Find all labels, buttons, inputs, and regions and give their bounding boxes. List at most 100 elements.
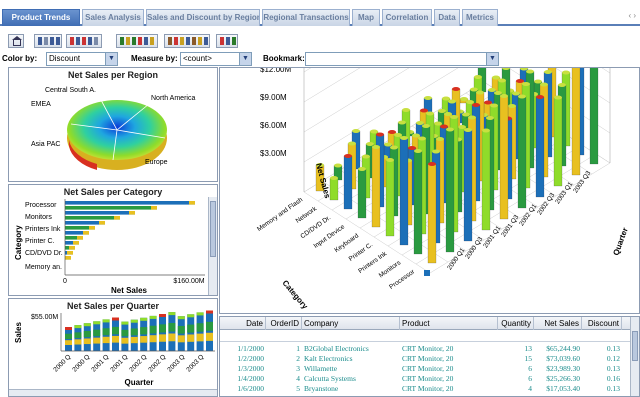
table-row[interactable]: 1/2/2000 2 Kalt Electronics CRT Monitor, 20… (220, 354, 632, 364)
category-bar-segment[interactable] (99, 221, 105, 225)
quarter-bar-top[interactable] (177, 316, 185, 320)
quarter-bar-segment[interactable] (130, 328, 138, 336)
quarter-bar-segment[interactable] (93, 329, 101, 337)
column-header-product[interactable]: Product (400, 317, 498, 330)
quarter-bar-top[interactable] (93, 321, 101, 325)
quarter-bar-top[interactable] (187, 314, 195, 318)
quarter-bar-segment[interactable] (177, 335, 185, 343)
quarter-bar-segment[interactable] (206, 321, 213, 331)
category-bar-chart[interactable]: ProcessorMonitorsPrinters InkPrinter C.C… (9, 185, 209, 295)
chart3d-bar[interactable] (371, 146, 381, 228)
chart3d-bar[interactable] (427, 163, 437, 264)
chart3d-bar[interactable] (357, 168, 367, 219)
tab-metrics[interactable]: Metrics (462, 9, 498, 26)
tab-scroll-arrows[interactable]: ‹ › (628, 11, 636, 20)
scroll-thumb[interactable] (632, 331, 638, 361)
scroll-thumb[interactable] (210, 201, 216, 257)
quarter-bar[interactable] (149, 315, 157, 351)
quarter-bar-segment[interactable] (140, 336, 148, 343)
quarter-bar-segment[interactable] (206, 332, 213, 341)
quarter-bar-segment[interactable] (140, 327, 148, 335)
category-bar[interactable] (65, 211, 135, 215)
quarter-bar-top[interactable] (65, 327, 72, 330)
quarter-bar-top[interactable] (196, 312, 204, 316)
tab-correlation[interactable]: Correlation (382, 9, 432, 26)
quarter-scrollbar[interactable] (9, 389, 217, 396)
chart3d-bar[interactable] (535, 96, 545, 198)
quarter-bar-top[interactable] (121, 321, 129, 325)
quarter-bar-segment[interactable] (83, 338, 91, 345)
category-bar-segment[interactable] (77, 236, 83, 240)
quarter-bar-top[interactable] (130, 319, 138, 323)
quarter-bar-segment[interactable] (177, 325, 185, 334)
quarter-bar-segment[interactable] (74, 332, 82, 339)
category-bar-segment[interactable] (73, 241, 79, 245)
quarter-bar-segment[interactable] (168, 333, 176, 342)
quarter-bar-segment[interactable] (168, 322, 176, 332)
table-row[interactable]: 1/4/2000 4 Calcutta Systems CRT Monitor, 20… (220, 374, 632, 384)
quarter-bar-segment[interactable] (83, 330, 91, 338)
category-bar-segment[interactable] (65, 256, 71, 260)
quarter-bar-top[interactable] (149, 315, 157, 319)
quarter-bar-segment[interactable] (149, 325, 157, 334)
chart3d[interactable]: $12.00M$9.00M$6.00M$3.00MNet SalesProces… (220, 68, 640, 314)
quarter-bar-top[interactable] (140, 317, 148, 321)
chart3d-bar[interactable] (424, 270, 430, 276)
category-bar[interactable] (65, 216, 120, 220)
edit-icon[interactable] (164, 34, 210, 48)
print-icon[interactable] (66, 34, 102, 48)
column-header-discount[interactable]: Discount (582, 317, 622, 330)
quarter-bar[interactable] (177, 316, 185, 351)
chart3d-bar[interactable] (571, 68, 581, 176)
chart3d-bar[interactable] (343, 155, 353, 210)
tab-regional-transactions[interactable]: Regional Transactions (262, 9, 350, 26)
table-row[interactable]: 1/1/2000 1 B2Global Electronics CRT Monitor… (220, 344, 632, 354)
quarter-bar-segment[interactable] (121, 337, 129, 344)
column-header-date[interactable]: Date (220, 317, 266, 330)
quarter-bar[interactable] (130, 319, 138, 351)
quarter-bar-chart[interactable]: $55.00M2000 Q2000 Q2001 Q2001 Q2002 Q200… (9, 299, 218, 391)
category-bar-segment[interactable] (189, 201, 195, 205)
quarter-bar-segment[interactable] (130, 336, 138, 344)
quarter-bar-segment[interactable] (159, 324, 166, 333)
grid-icon[interactable] (216, 34, 238, 48)
category-bar-segment[interactable] (69, 246, 75, 250)
quarter-bar[interactable] (196, 312, 204, 351)
tab-data[interactable]: Data (434, 9, 460, 26)
filter-row[interactable] (220, 330, 632, 342)
quarter-bar-segment[interactable] (74, 339, 82, 345)
quarter-bar-top[interactable] (159, 314, 166, 317)
quarter-bar-top[interactable] (83, 323, 91, 327)
chart3d-bar[interactable] (499, 95, 509, 220)
quarter-bar-top[interactable] (74, 325, 82, 329)
category-bar-segment[interactable] (151, 206, 157, 210)
measure-by-select[interactable]: <count> ▼ (180, 52, 252, 66)
category-bar-segment[interactable] (83, 231, 89, 235)
chart3d-bar[interactable] (589, 68, 599, 165)
column-header-net-sales[interactable]: Net Sales (534, 317, 582, 330)
quarter-bar-top[interactable] (168, 312, 176, 316)
quarter-bar-segment[interactable] (121, 329, 129, 337)
chart3d-bar[interactable] (445, 129, 455, 253)
chart3d-bar[interactable] (413, 150, 423, 255)
quarter-bar-segment[interactable] (159, 334, 166, 342)
tab-sales-analysis[interactable]: Sales Analysis (82, 9, 144, 26)
quarter-bar-top[interactable] (102, 319, 110, 323)
quarter-bar-segment[interactable] (102, 328, 110, 336)
quarter-bar-segment[interactable] (65, 333, 72, 339)
table-row[interactable]: 1/6/2000 5 Bryanstone CRT Monitor, 20 4 $17,0… (220, 384, 632, 394)
quarter-bar-segment[interactable] (112, 335, 119, 343)
chart-icon[interactable] (116, 34, 158, 48)
quarter-bar-segment[interactable] (102, 336, 110, 344)
quarter-bar-segment[interactable] (149, 335, 157, 343)
category-bar[interactable] (65, 201, 195, 205)
quarter-bar-segment[interactable] (65, 340, 72, 345)
bookmark-select[interactable]: ▼ (305, 52, 499, 66)
column-header-orderid[interactable]: OrderID (266, 317, 302, 330)
table-scrollbar[interactable] (630, 317, 639, 396)
pie-chart[interactable]: Central South A. North America EMEA Asia… (9, 68, 218, 181)
chart3d-bar[interactable] (553, 97, 563, 187)
category-bar-segment[interactable] (67, 251, 73, 255)
quarter-bar[interactable] (83, 323, 91, 351)
table-row[interactable]: 1/3/2000 3 Willamette CRT Monitor, 20 6 $23,9… (220, 364, 632, 374)
